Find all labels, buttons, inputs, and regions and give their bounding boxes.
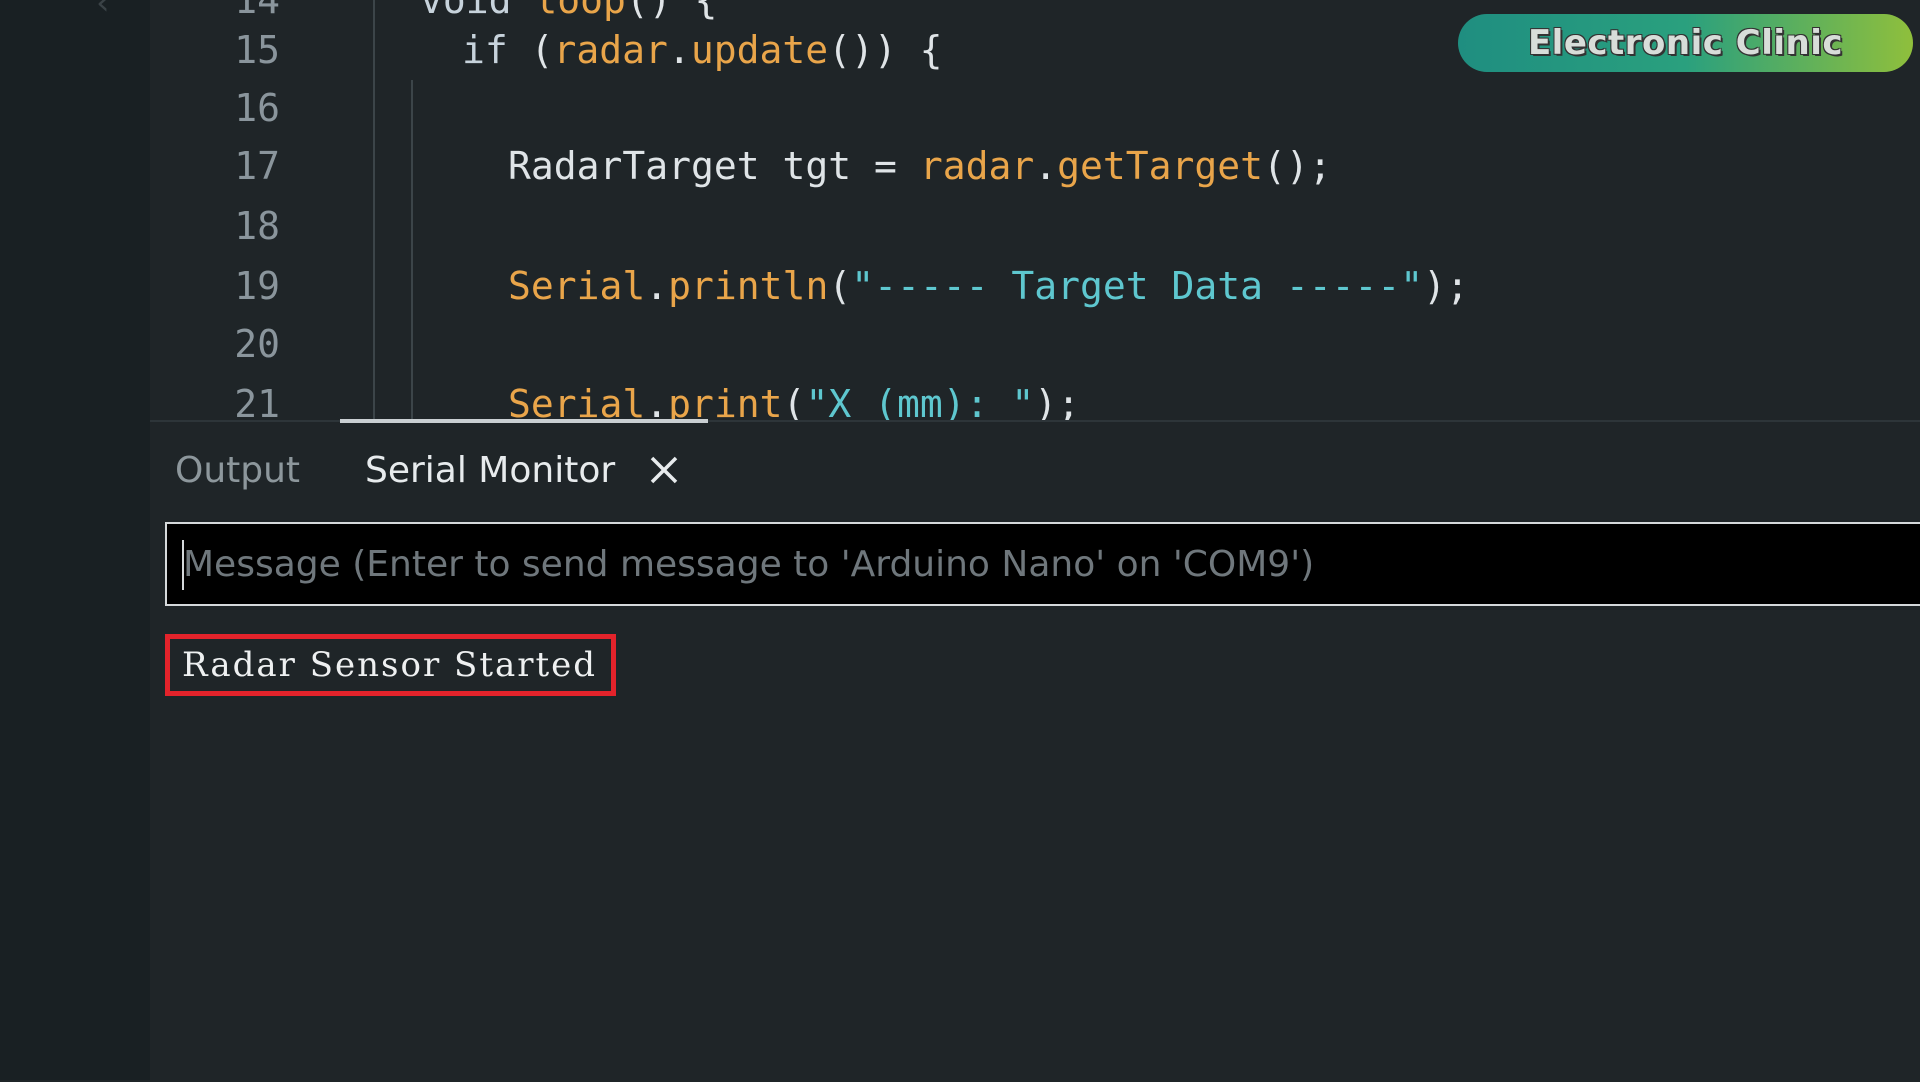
code-token: ( <box>507 28 554 72</box>
code-text: Serial.print("X (mm): "); <box>508 376 1080 420</box>
code-token: Serial <box>508 264 646 308</box>
code-line[interactable]: 21 Serial.print("X (mm): "); <box>150 376 1920 420</box>
code-token: radar <box>553 28 668 72</box>
line-number: 17 <box>234 144 280 188</box>
line-number: 19 <box>234 264 280 308</box>
code-text: RadarTarget tgt = radar.getTarget(); <box>508 138 1332 194</box>
code-token: loop <box>534 0 626 22</box>
code-token: "----- Target Data -----" <box>851 264 1424 308</box>
tab-output[interactable]: Output <box>175 446 300 496</box>
code-token: ( <box>828 264 852 308</box>
code-token: . <box>667 28 691 72</box>
code-line[interactable]: 17 RadarTarget tgt = radar.getTarget(); <box>150 138 1920 194</box>
serial-message-input[interactable] <box>165 522 1920 606</box>
text-cursor <box>182 540 184 590</box>
code-token: ); <box>1034 382 1080 420</box>
code-token: "X (mm): " <box>805 382 1035 420</box>
line-number: 21 <box>234 382 280 420</box>
code-token: . <box>645 382 669 420</box>
code-token: println <box>668 264 829 308</box>
panel-tabs: Output Serial Monitor <box>150 422 1920 514</box>
line-number: 15 <box>234 28 280 72</box>
code-line[interactable]: 20 <box>150 316 1920 372</box>
code-token: update <box>690 28 829 72</box>
code-token: void <box>420 0 535 22</box>
code-token: print <box>668 382 783 420</box>
code-text: Serial.println("----- Target Data -----"… <box>508 258 1469 314</box>
code-line[interactable]: 16 <box>150 80 1920 136</box>
code-token: radar <box>919 144 1035 188</box>
code-token: ( <box>782 382 806 420</box>
chevron-left-icon[interactable]: ‹ <box>96 0 110 20</box>
tab-serial-monitor[interactable]: Serial Monitor <box>365 446 615 496</box>
line-number: 20 <box>234 322 280 366</box>
logo-text: Electronic Clinic <box>1527 23 1844 63</box>
code-line[interactable]: 18 <box>150 198 1920 254</box>
code-token: RadarTarget tgt = <box>508 144 920 188</box>
line-number: 18 <box>234 204 280 248</box>
bottom-panel: Output Serial Monitor Radar Sensor Start… <box>150 419 1920 1082</box>
code-token: getTarget <box>1057 144 1263 188</box>
activity-bar: ‹ <box>0 0 150 1080</box>
code-token: if <box>462 28 508 72</box>
code-token: () { <box>625 0 718 22</box>
line-number: 16 <box>234 86 280 130</box>
code-token: . <box>645 264 669 308</box>
close-icon[interactable] <box>644 450 684 490</box>
code-token: Serial <box>508 382 646 420</box>
code-token: (); <box>1263 144 1332 188</box>
code-line[interactable]: 19 Serial.println("----- Target Data ----… <box>150 258 1920 314</box>
code-token: . <box>1034 144 1058 188</box>
channel-logo: Electronic Clinic <box>1458 14 1913 72</box>
code-token: ()) { <box>828 28 943 72</box>
serial-output-line: Radar Sensor Started <box>165 634 617 696</box>
code-token: ); <box>1423 264 1469 308</box>
code-text: if (radar.update()) { <box>462 22 942 78</box>
